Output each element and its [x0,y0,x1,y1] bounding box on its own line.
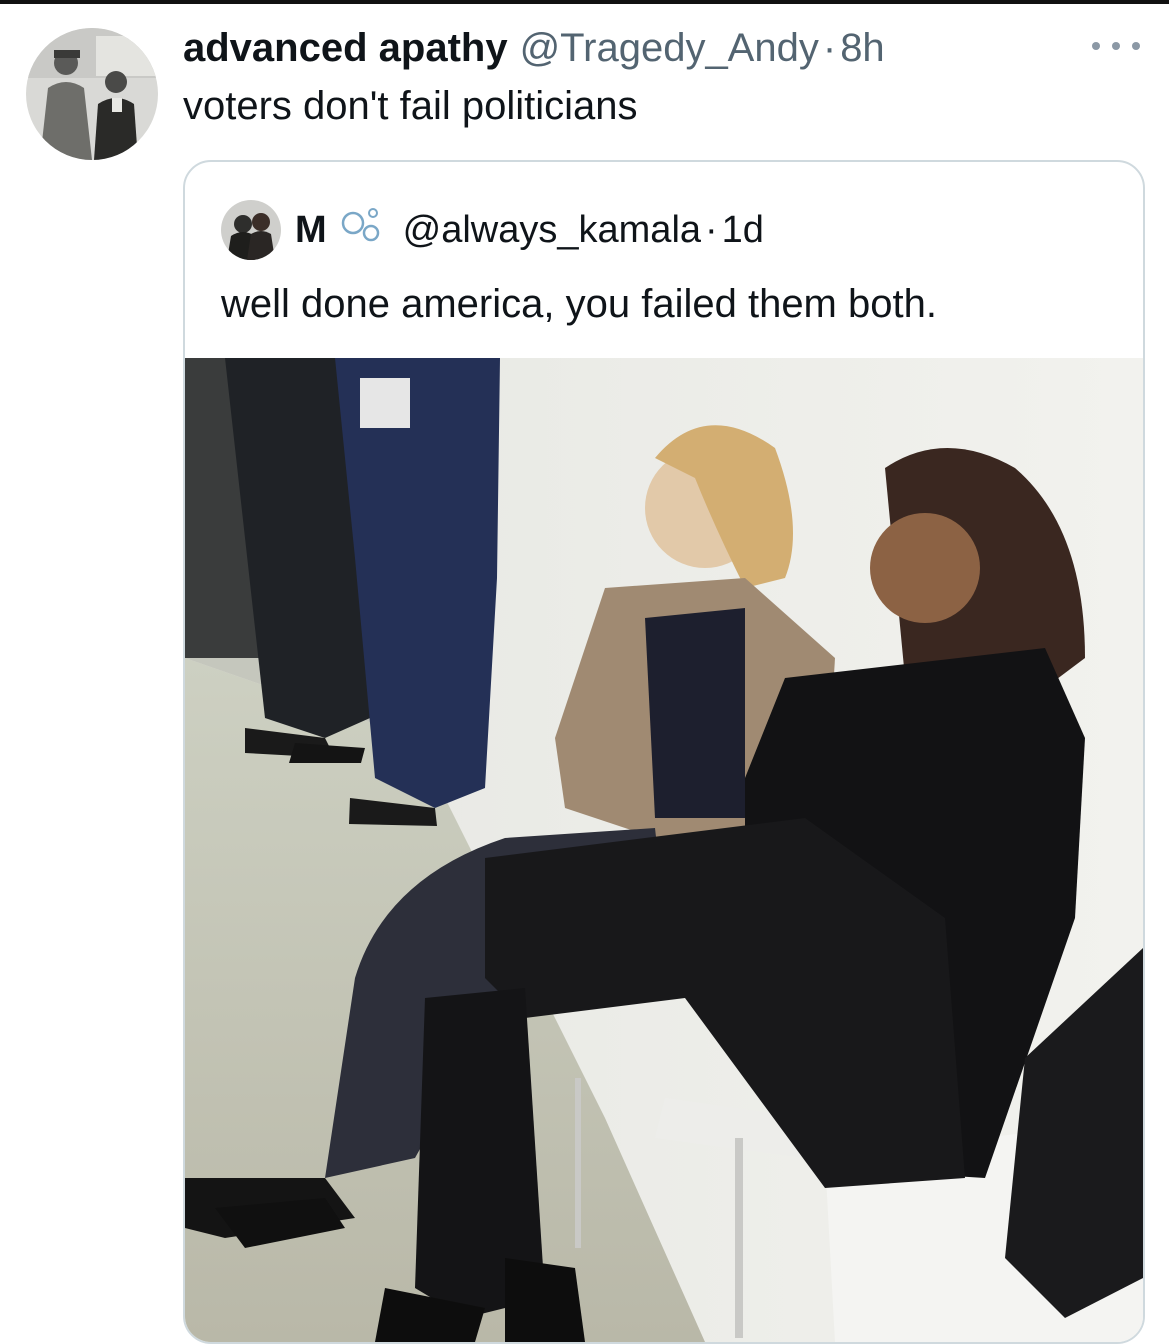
quoted-author-avatar[interactable] [221,200,281,260]
tweet-text: voters don't fail politicians [183,84,638,128]
quoted-tweet-card[interactable]: M @always_kamala · 1d well done america,… [183,160,1145,1344]
tweet-timestamp[interactable]: 8h [840,24,885,72]
tweet-header: advanced apathy @Tragedy_Andy · 8h [183,24,885,72]
top-divider [0,0,1169,4]
separator-dot: · [822,26,837,70]
quoted-author-display-name[interactable]: M [295,208,327,252]
quoted-tweet-timestamp[interactable]: 1d [722,208,764,252]
separator-dot: · [705,209,718,251]
author-handle[interactable]: @Tragedy_Andy [520,24,819,72]
author-avatar[interactable] [26,28,158,160]
quoted-author-handle[interactable]: @always_kamala [403,208,701,252]
attached-photo[interactable] [185,358,1143,1342]
bubbles-icon [339,205,385,255]
more-options-icon[interactable] [1092,34,1140,58]
quoted-tweet-header: M @always_kamala · 1d [295,208,764,252]
author-display-name[interactable]: advanced apathy [183,24,508,72]
quoted-tweet-text: well done america, you failed them both. [221,282,937,326]
